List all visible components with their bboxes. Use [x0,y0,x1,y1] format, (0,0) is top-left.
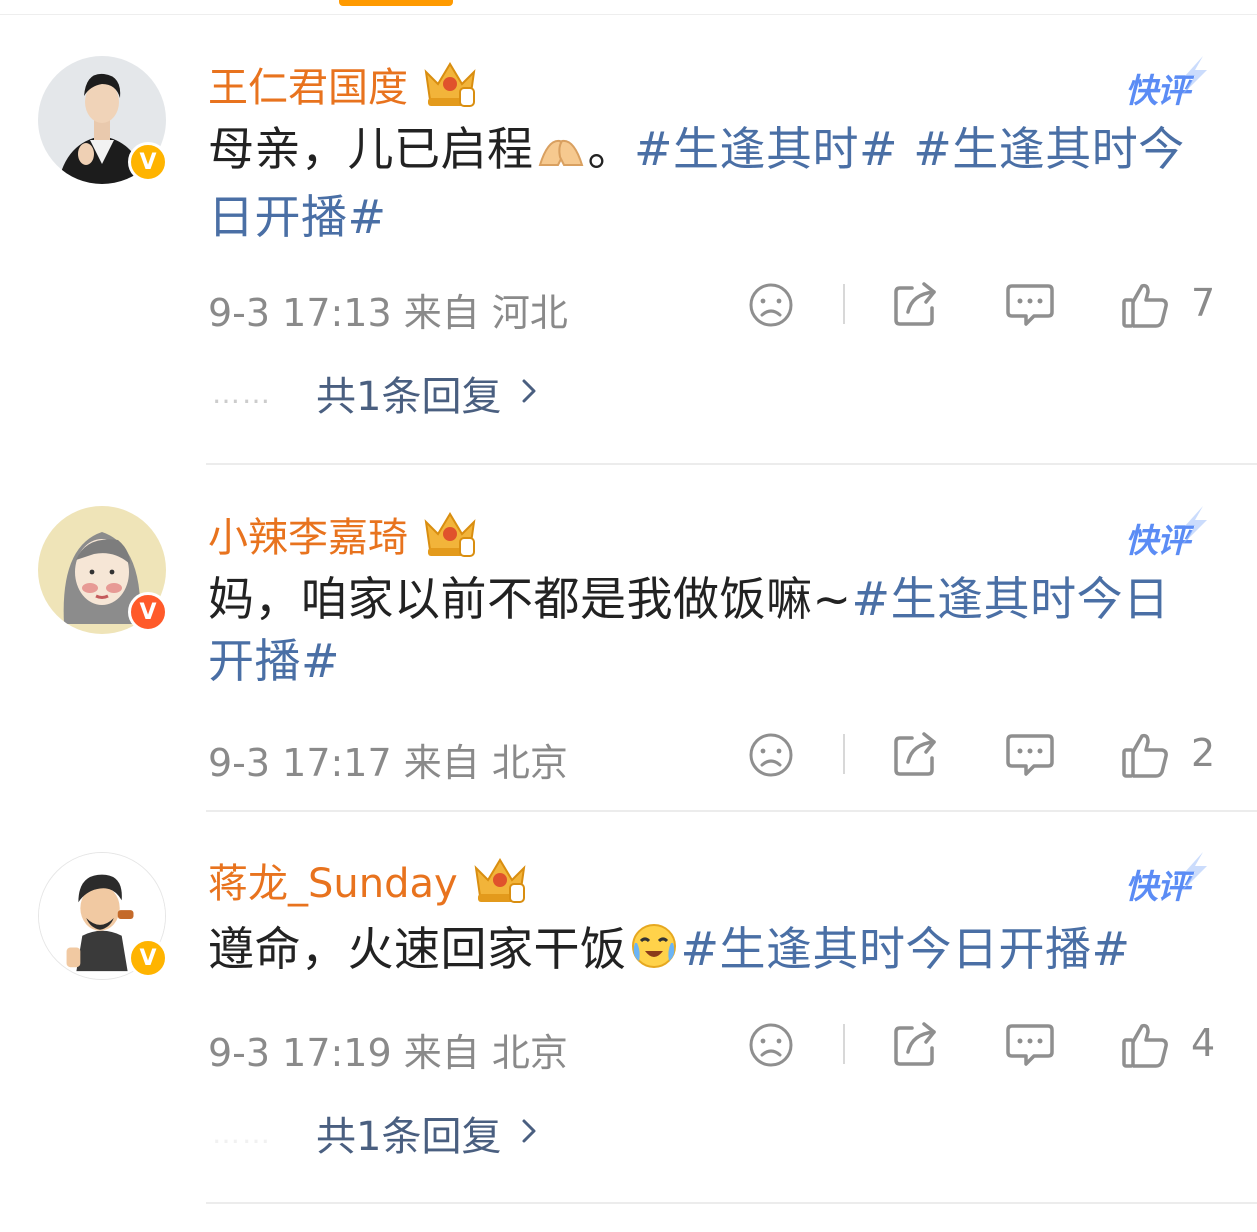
comment-time: 9-3 17:17 [208,741,392,785]
username[interactable]: 蒋龙_Sunday [208,851,458,909]
lightning-icon [1181,56,1207,96]
crown-level-icon [420,508,480,560]
verified-badge: V [128,938,168,978]
comment-divider [206,1202,1257,1204]
action-separator [843,1024,845,1064]
like-count: 4 [1191,1021,1216,1065]
action-bar: 2 [746,730,1226,780]
comment-content: 母亲，儿已启程 。#生逢其时# #生逢其时今日开播# [208,118,1208,248]
crown-level-icon [470,854,530,906]
thumbs-up-icon[interactable] [1120,280,1170,334]
topic-link[interactable]: #生逢其时今日开播# [681,922,1131,976]
comment-time: 9-3 17:19 [208,1031,392,1075]
comment-text: 母亲，儿已启程 [208,122,534,176]
comment-icon[interactable] [1004,1020,1056,1074]
comment-text: 妈，咱家以前不都是我做饭嘛~ [208,572,852,626]
share-icon[interactable] [890,730,940,784]
comment-text: 遵命，火速回家干饭 [208,922,627,976]
replies-row[interactable]: …… 共1条回复 [212,1108,537,1160]
like-count: 2 [1191,731,1216,775]
comment-time: 9-3 17:13 [208,291,392,335]
comment-location: 来自 北京 [403,1031,568,1075]
username-row: 小辣李嘉琦 [208,506,480,562]
username[interactable]: 小辣李嘉琦 [208,505,408,563]
share-icon[interactable] [890,280,940,334]
dotted-line: …… [212,376,272,410]
thumbs-up-icon[interactable] [1120,730,1170,784]
verified-badge: V [128,142,168,182]
comment-icon[interactable] [1004,730,1056,784]
sad-face-icon[interactable] [746,730,796,784]
share-icon[interactable] [890,1020,940,1074]
crying-laughing-emoji-icon [629,921,679,986]
crown-level-icon [420,58,480,110]
view-replies-link[interactable]: 共1条回复 [316,1104,501,1162]
lightning-icon [1181,852,1207,892]
action-bar: 4 [746,1020,1226,1070]
comment-content: 遵命，火速回家干饭 #生逢其时今日开播# [208,918,1208,986]
chevron-right-icon [521,1117,537,1149]
verified-badge: V [128,592,168,632]
action-separator [843,734,845,774]
view-replies-link[interactable]: 共1条回复 [316,364,501,422]
thumbs-up-icon[interactable] [1120,1020,1170,1074]
comment-divider [206,810,1257,812]
username-row: 王仁君国度 [208,56,480,112]
comment-divider [206,463,1257,465]
replies-row[interactable]: …… 共1条回复 [212,368,537,420]
action-separator [843,284,845,324]
username[interactable]: 王仁君国度 [208,55,408,113]
avatar[interactable]: V [38,852,168,980]
dotted-line: …… [212,1116,272,1150]
comment-meta: 9-3 17:17 来自 北京 [208,732,568,787]
avatar[interactable]: V [38,56,168,184]
username-row: 蒋龙_Sunday [208,852,530,908]
like-count: 7 [1191,281,1216,325]
quick-comment-button[interactable]: 快评 [1125,506,1207,560]
quick-comment-button[interactable]: 快评 [1125,56,1207,110]
praying-hands-emoji-icon [536,124,586,186]
comment-icon[interactable] [1004,280,1056,334]
quick-comment-button[interactable]: 快评 [1125,852,1207,906]
comment-location: 来自 河北 [403,291,568,335]
sad-face-icon[interactable] [746,1020,796,1074]
comment-location: 来自 北京 [403,741,568,785]
avatar[interactable]: V [38,506,168,634]
comment-meta: 9-3 17:19 来自 北京 [208,1022,568,1077]
topic-link[interactable]: #生逢其时# [634,122,898,176]
top-divider [0,14,1257,15]
comment-content: 妈，咱家以前不都是我做饭嘛~#生逢其时今日开播# [208,568,1208,692]
sad-face-icon[interactable] [746,280,796,334]
action-bar: 7 [746,280,1226,330]
chevron-right-icon [521,377,537,409]
lightning-icon [1181,506,1207,546]
active-tab-indicator [339,0,453,6]
comment-meta: 9-3 17:13 来自 河北 [208,282,568,337]
comment-text-punct: 。 [587,122,634,176]
